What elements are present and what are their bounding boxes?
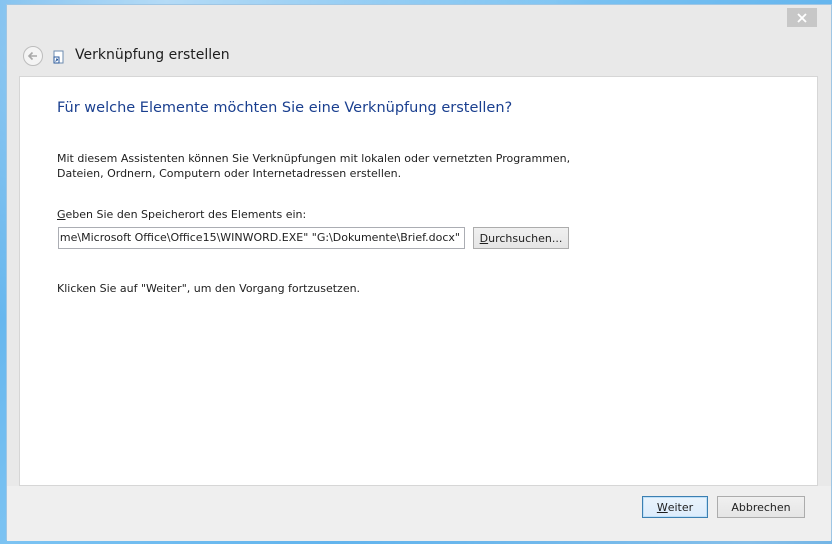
- wizard-window: Verknüpfung erstellen Für welche Element…: [6, 4, 832, 541]
- cancel-button[interactable]: Abbrechen: [717, 496, 805, 518]
- location-label-accel: G: [57, 208, 66, 221]
- next-label: eiter: [667, 500, 694, 514]
- next-accel: W: [656, 500, 668, 514]
- titlebar: Verknüpfung erstellen: [7, 37, 831, 75]
- shortcut-icon: [53, 50, 64, 64]
- back-button[interactable]: [23, 46, 43, 66]
- wizard-content: Für welche Elemente möchten Sie eine Ver…: [19, 76, 818, 486]
- next-button[interactable]: Weiter: [642, 496, 708, 518]
- location-label: Geben Sie den Speicherort des Elements e…: [57, 208, 306, 221]
- browse-accel: D: [479, 231, 489, 245]
- close-icon: [797, 12, 807, 23]
- back-arrow-icon: [27, 51, 37, 61]
- location-input-value: me\Microsoft Office\Office15\WINWORD.EXE…: [59, 231, 460, 244]
- wizard-footer: Weiter Abbrechen: [7, 486, 831, 541]
- location-label-text: eben Sie den Speicherort des Elements ei…: [65, 208, 307, 221]
- location-input[interactable]: me\Microsoft Office\Office15\WINWORD.EXE…: [58, 227, 465, 249]
- continue-hint: Klicken Sie auf "Weiter", um den Vorgang…: [57, 282, 361, 295]
- wizard-description: Mit diesem Assistenten können Sie Verknü…: [57, 152, 571, 180]
- page-heading: Für welche Elemente möchten Sie eine Ver…: [57, 100, 513, 116]
- window-title: Verknüpfung erstellen: [75, 47, 230, 63]
- browse-label: urchsuchen...: [488, 231, 563, 245]
- close-button[interactable]: [787, 8, 817, 27]
- browse-button[interactable]: Durchsuchen...: [473, 227, 569, 249]
